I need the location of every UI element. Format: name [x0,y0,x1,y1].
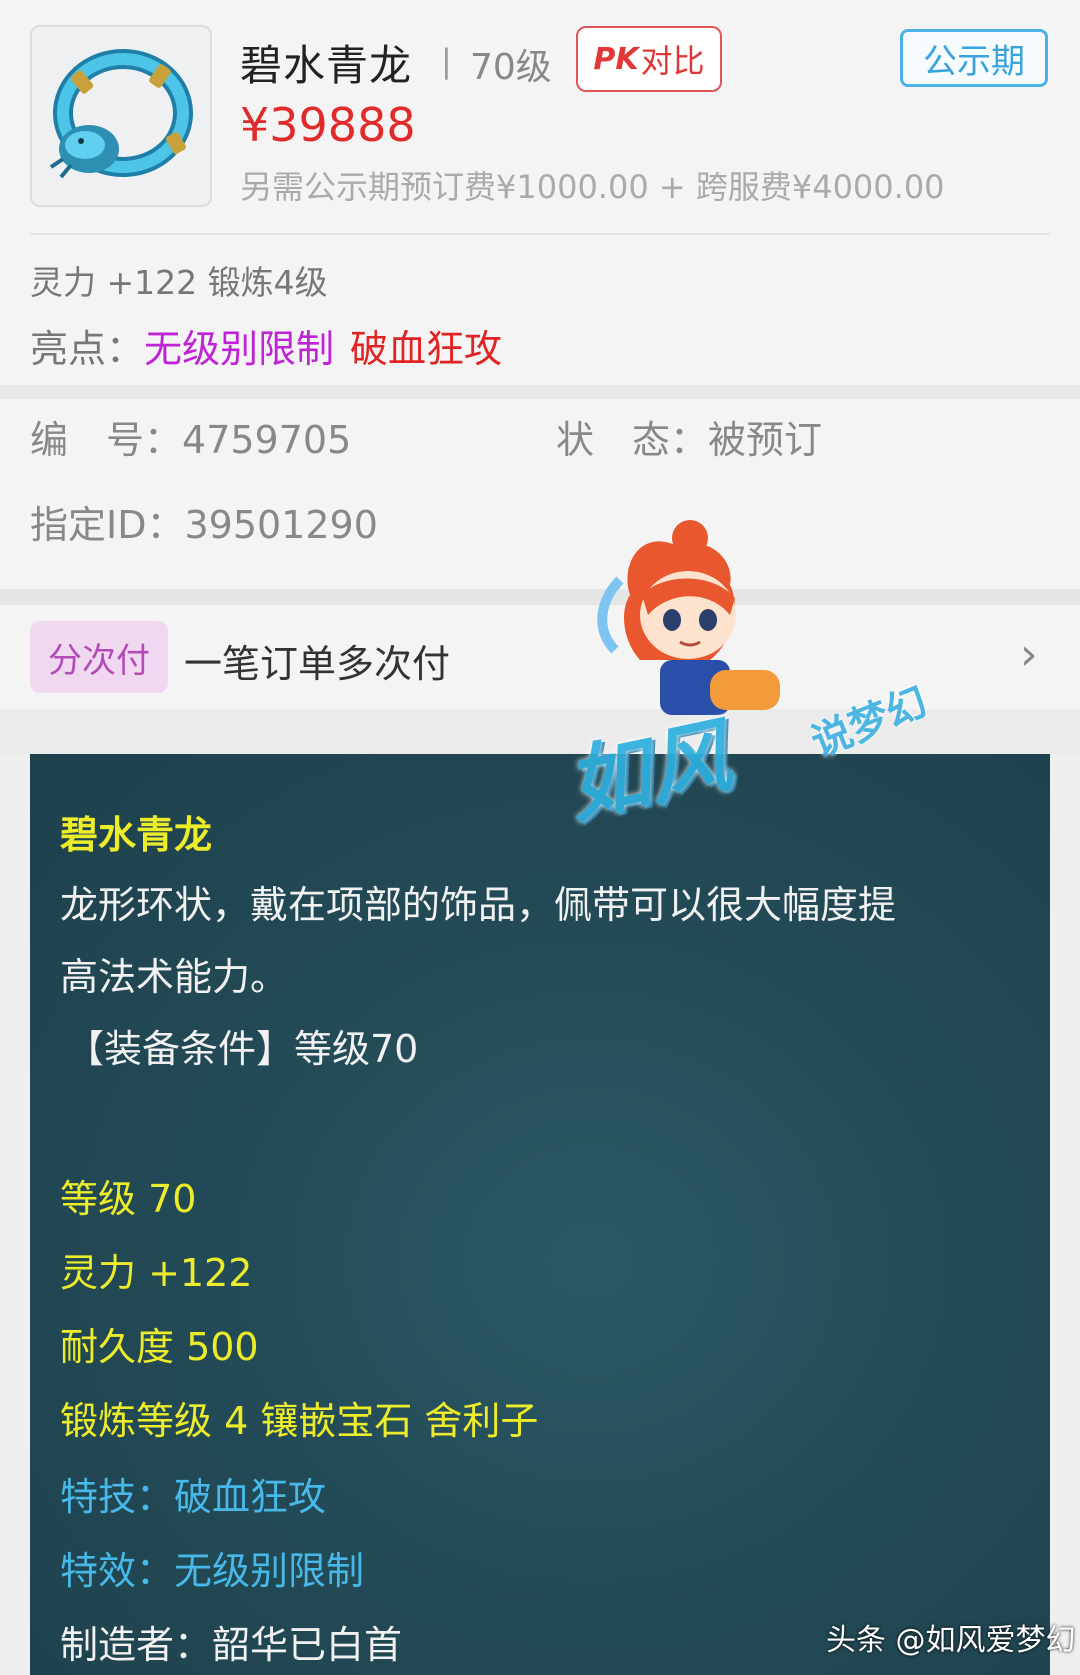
divider [30,233,1050,235]
item-name: 碧水青龙 [240,41,413,90]
pk-icon: PK [593,41,639,77]
status-row: 状 态：被预订 [556,409,822,464]
stat-durability: 耐久度 500 [60,1325,259,1369]
special-skill: 特技：破血狂攻 [60,1475,327,1519]
chevron-right-icon[interactable]: › [1020,629,1038,680]
highlight-tag: 无级别限制 [144,327,335,371]
item-card: 碧水青龙 | 70级 PK 对比 公示期 ¥39888 另需公示期预订费¥100… [0,0,1080,385]
maker: 制造者：韶华已白首 [60,1623,403,1667]
serial-number-label: 编 号： [30,418,183,462]
equip-condition: 【装备条件】等级70 [66,1027,419,1071]
pk-compare-label: 对比 [640,42,705,80]
status-label: 状 态： [556,418,709,462]
assigned-id-row: 指定ID：39501290 [30,494,378,549]
pk-compare-button[interactable]: PK 对比 [576,26,722,92]
fee-note: 另需公示期预订费¥1000.00 + 跨服费¥4000.00 [240,168,945,206]
highlights-row: 亮点：无级别限制 破血狂攻 [30,318,502,373]
special-effect: 特效：无级别限制 [60,1549,365,1593]
public-period-badge: 公示期 [900,29,1048,87]
info-card: 编 号：4759705 状 态：被预订 指定ID：39501290 [0,399,1080,589]
price: ¥39888 [240,98,416,152]
serial-number-row: 编 号：4759705 [30,409,351,464]
assigned-id-value: 39501290 [184,503,378,547]
description-title: 碧水青龙 [60,813,213,857]
highlights-label: 亮点： [30,327,145,371]
dragon-ring-icon [49,49,193,179]
installment-tag: 分次付 [30,621,168,693]
description-text: 高法术能力。 [60,955,289,999]
status-value: 被预订 [708,418,823,462]
description-text: 龙形环状，戴在项部的饰品，佩带可以很大幅度提 [60,883,897,927]
serial-number-value: 4759705 [182,418,352,462]
attribute-summary: 灵力 +122 锻炼4级 [30,263,328,302]
section-gap [0,589,1080,605]
highlight-tag: 破血狂攻 [350,327,503,371]
item-level: 70级 [470,47,552,88]
stat-spirit: 灵力 +122 [60,1251,253,1295]
stat-level: 等级 70 [60,1177,197,1221]
item-thumbnail[interactable] [30,25,212,207]
assigned-id-label: 指定ID： [30,503,185,547]
title-separator: | [441,42,452,80]
stat-forge-gem: 锻炼等级 4 镶嵌宝石 舍利子 [60,1399,539,1443]
section-gap [0,385,1080,399]
installment-text: 一笔订单多次付 [184,642,451,686]
item-description-panel: 碧水青龙 龙形环状，戴在项部的饰品，佩带可以很大幅度提 高法术能力。 【装备条件… [30,754,1050,1675]
footer-watermark: 头条 @如风爱梦幻 [826,1623,1076,1658]
